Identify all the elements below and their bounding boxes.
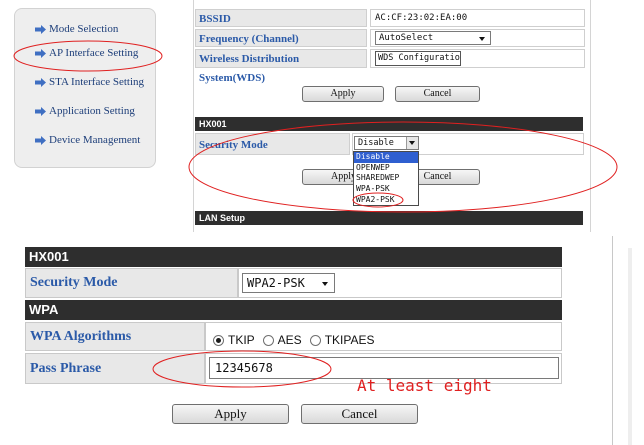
frequency-select[interactable]: AutoSelect xyxy=(375,31,491,45)
nav-item-label: Mode Selection xyxy=(49,23,119,35)
annotation-text: At least eight xyxy=(357,376,492,395)
radio-label: TKIPAES xyxy=(324,333,375,348)
section-header-lower: HX001 xyxy=(25,247,562,267)
cancel-button[interactable]: Cancel xyxy=(395,86,480,102)
arrow-right-icon xyxy=(35,78,46,87)
wpa-section-header: WPA xyxy=(25,300,562,320)
security-mode-select-lower[interactable]: WPA2-PSK xyxy=(242,273,335,293)
nav-item-label: STA Interface Setting xyxy=(49,76,145,88)
apply-button-lower[interactable]: Apply xyxy=(172,404,289,424)
dropdown-option-openwep[interactable]: OPENWEP xyxy=(354,163,418,174)
wds-label: Wireless Distribution System(WDS) xyxy=(195,49,367,84)
scrollbar-track[interactable] xyxy=(628,248,632,445)
dropdown-option-wpa2-psk[interactable]: WPA2-PSK xyxy=(354,195,418,206)
dropdown-option-sharedwep[interactable]: SHAREDWEP xyxy=(354,173,418,184)
radio-unselected-icon xyxy=(309,334,321,346)
radio-aes[interactable]: AES xyxy=(262,331,310,348)
left-nav-panel: Mode Selection AP Interface Setting STA … xyxy=(14,8,156,168)
security-mode-select-value: Disable xyxy=(358,138,394,148)
nav-item-label: Application Setting xyxy=(49,105,135,117)
dropdown-option-wpa-psk[interactable]: WPA-PSK xyxy=(354,184,418,195)
radio-label: AES xyxy=(277,333,302,348)
chevron-down-icon xyxy=(479,37,485,41)
nav-item-label: AP Interface Setting xyxy=(49,47,139,59)
cancel-button-lower[interactable]: Cancel xyxy=(301,404,418,424)
bssid-value: AC:CF:23:02:EA:00 xyxy=(370,9,585,27)
pass-phrase-label: Pass Phrase xyxy=(25,353,205,384)
security-mode-dropdown: Disable OPENWEP SHAREDWEP WPA-PSK WPA2-P… xyxy=(353,151,419,206)
select-arrow-button xyxy=(406,137,418,149)
dropdown-option-disable[interactable]: Disable xyxy=(354,152,418,163)
nav-item-label: Device Management xyxy=(49,134,141,146)
lan-setup-header: LAN Setup xyxy=(195,211,583,225)
chevron-down-icon xyxy=(322,282,328,286)
section-header: HX001 xyxy=(195,117,583,131)
radio-selected-icon xyxy=(213,334,224,346)
security-mode-label: Security Mode xyxy=(195,133,350,155)
chevron-down-icon xyxy=(409,141,415,145)
wpa-algorithms-label: WPA Algorithms xyxy=(25,322,205,351)
radio-tkipaes[interactable]: TKIPAES xyxy=(309,331,383,348)
window-border xyxy=(612,236,613,445)
wpa-algorithms-cell: TKIP AES TKIPAES xyxy=(205,322,562,351)
wds-configuration-button[interactable]: WDS Configuration xyxy=(375,51,461,66)
security-mode-select[interactable]: Disable xyxy=(354,136,419,150)
arrow-right-icon xyxy=(35,49,46,58)
radio-tkip[interactable]: TKIP xyxy=(213,331,263,348)
frequency-label: Frequency (Channel) xyxy=(195,29,367,47)
bssid-label: BSSID xyxy=(195,9,367,27)
radio-unselected-icon xyxy=(262,334,274,346)
arrow-right-icon xyxy=(35,107,46,116)
security-mode-label-lower: Security Mode xyxy=(25,268,238,298)
arrow-right-icon xyxy=(35,25,46,34)
apply-button[interactable]: Apply xyxy=(302,86,384,102)
frequency-select-value: AutoSelect xyxy=(379,33,434,43)
arrow-right-icon xyxy=(35,136,46,145)
radio-label: TKIP xyxy=(228,333,255,348)
security-mode-select-value: WPA2-PSK xyxy=(247,276,305,290)
